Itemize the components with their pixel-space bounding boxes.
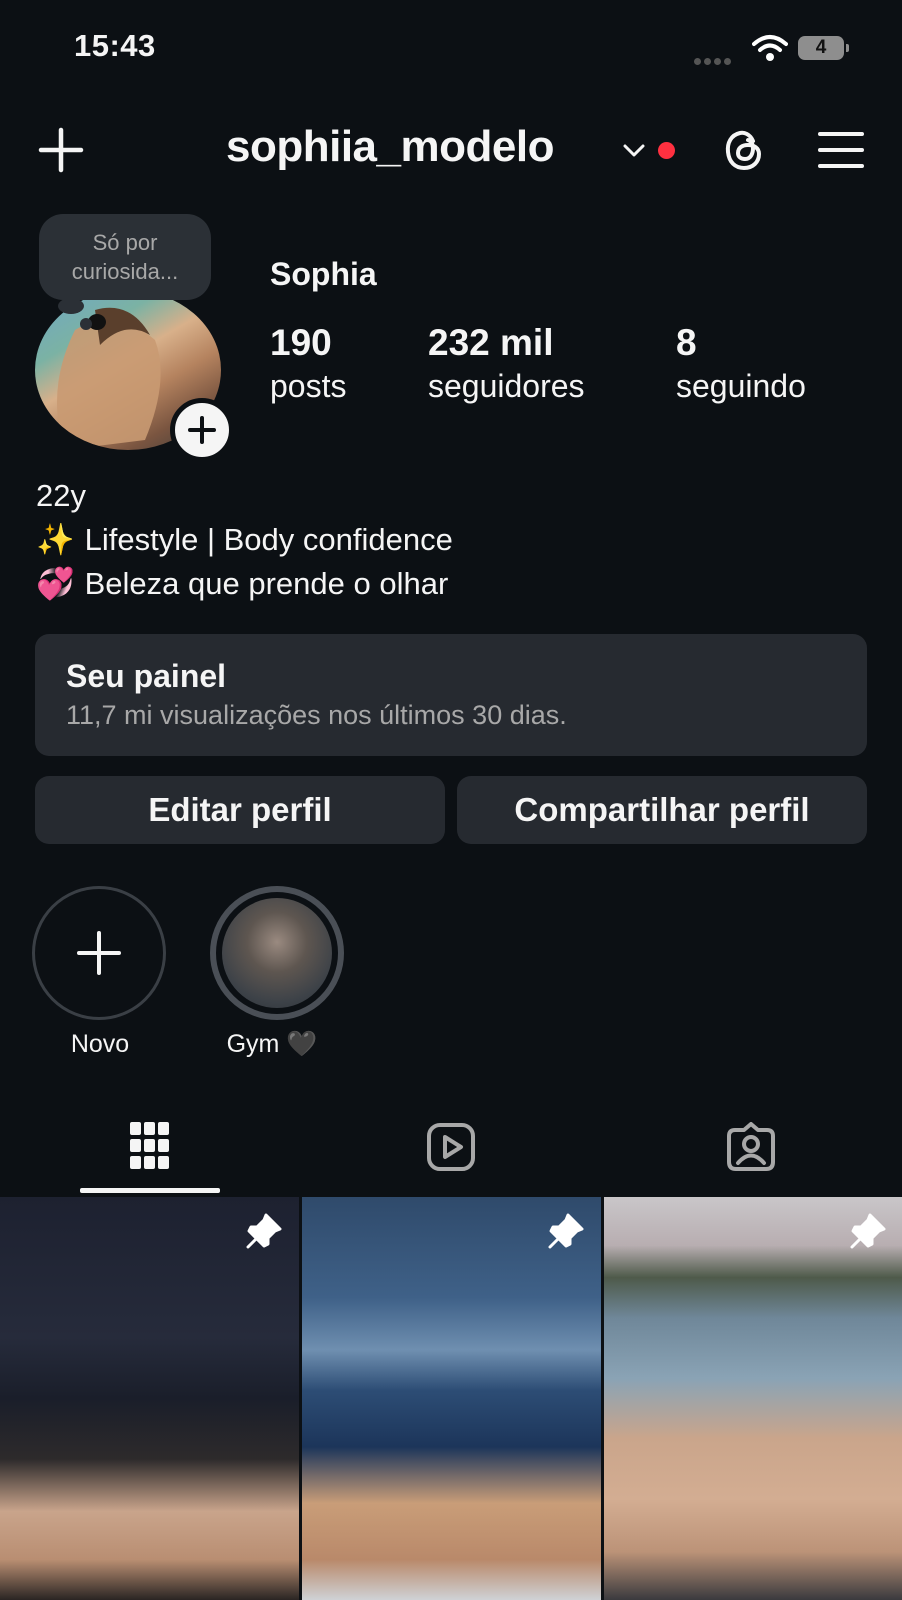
dashboard-subtitle: 11,7 mi visualizações nos últimos 30 dia… — [66, 700, 567, 730]
pin-icon — [850, 1213, 886, 1249]
posts-label[interactable]: posts — [270, 368, 346, 405]
wifi-icon — [752, 35, 788, 61]
add-story-button[interactable] — [170, 398, 234, 462]
sparkles-emoji: ✨ — [36, 522, 75, 557]
note-bubble-tail — [58, 298, 84, 314]
bio-text: Lifestyle | Body confidence — [84, 522, 453, 557]
highlight-label-new: Novo — [70, 1030, 130, 1058]
highlight-cover-image — [222, 898, 332, 1008]
pin-icon — [548, 1213, 584, 1249]
followers-label[interactable]: seguidores — [428, 368, 585, 405]
highlight-label-gym: Gym 🖤 — [226, 1030, 318, 1058]
bio-text: Beleza que prende o olhar — [84, 566, 449, 601]
tagged-icon[interactable] — [726, 1122, 776, 1172]
chevron-down-icon[interactable] — [622, 143, 646, 159]
followers-count[interactable]: 232 mil — [428, 322, 553, 364]
new-post-plus-icon[interactable] — [38, 127, 84, 173]
threads-icon[interactable] — [722, 126, 766, 174]
cellular-signal-icon — [694, 52, 734, 70]
notification-dot — [658, 142, 675, 159]
battery-icon: 4 — [798, 36, 849, 60]
following-count[interactable]: 8 — [676, 322, 697, 364]
new-highlight-button[interactable] — [32, 886, 166, 1020]
note-bubble-tail-small — [80, 318, 92, 330]
bio-line: 💞 Beleza que prende o olhar — [36, 565, 448, 602]
bio-line: 22y — [36, 478, 86, 514]
menu-icon[interactable] — [818, 130, 864, 170]
profile-username[interactable]: sophiia_modelo — [226, 122, 554, 172]
plus-icon — [77, 931, 121, 975]
highlight-gym[interactable] — [210, 886, 344, 1020]
share-profile-button[interactable]: Compartilhar perfil — [457, 776, 867, 844]
posts-count[interactable]: 190 — [270, 322, 332, 364]
grid-icon[interactable] — [130, 1122, 170, 1170]
post-thumbnail[interactable] — [0, 1197, 299, 1600]
post-thumbnail[interactable] — [604, 1197, 902, 1600]
plus-icon — [188, 416, 216, 444]
bio-text: 22y — [36, 478, 86, 513]
display-name: Sophia — [270, 256, 377, 292]
status-time: 15:43 — [74, 28, 156, 63]
profile-note[interactable]: Só por curiosida... — [39, 214, 211, 300]
edit-profile-button[interactable]: Editar perfil — [35, 776, 445, 844]
hearts-emoji: 💞 — [36, 566, 75, 601]
dashboard-title: Seu painel — [66, 658, 227, 694]
bio-line: ✨ Lifestyle | Body confidence — [36, 521, 453, 558]
post-thumbnail[interactable] — [302, 1197, 601, 1600]
active-tab-indicator — [80, 1188, 220, 1193]
pin-icon — [246, 1213, 282, 1249]
professional-dashboard-card[interactable] — [35, 634, 867, 756]
following-label[interactable]: seguindo — [676, 368, 806, 405]
reels-icon[interactable] — [426, 1122, 476, 1172]
